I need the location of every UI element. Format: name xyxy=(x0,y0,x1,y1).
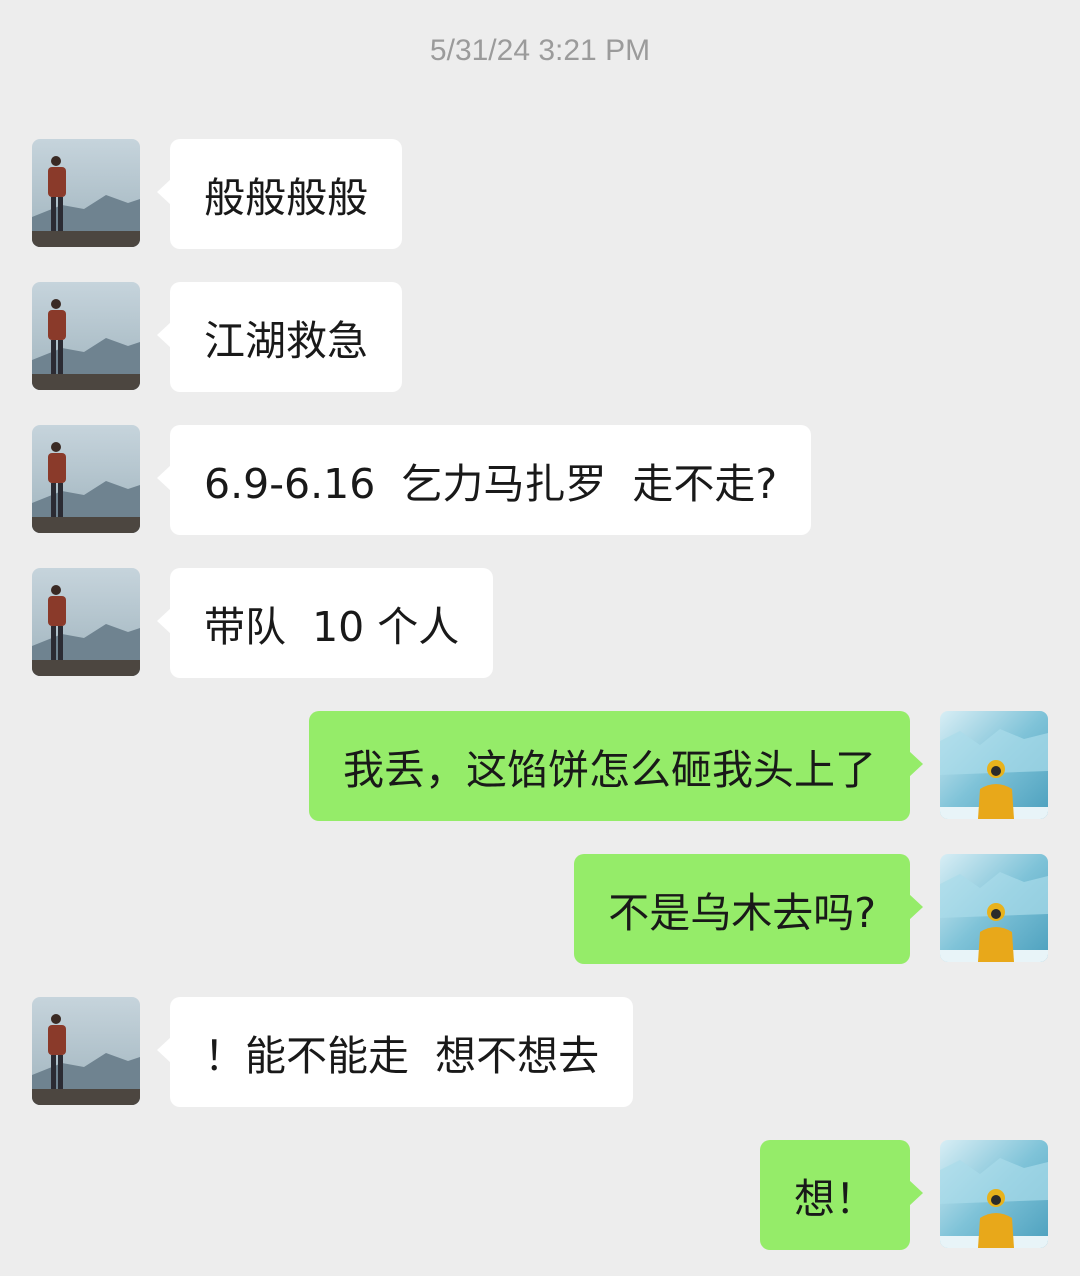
outgoing-message-bubble[interactable]: 想！ xyxy=(760,1140,910,1250)
message-row: 我丢，这馅饼怎么砸我头上了 xyxy=(0,711,1080,821)
contact-avatar[interactable] xyxy=(32,425,140,533)
contact-avatar[interactable] xyxy=(32,282,140,390)
message-row: 6.9-6.16 乞力马扎罗 走不走? xyxy=(0,425,1080,535)
incoming-message-bubble[interactable]: 6.9-6.16 乞力马扎罗 走不走? xyxy=(170,425,812,535)
person-at-glacier-icon xyxy=(940,1140,1048,1248)
outgoing-message-bubble[interactable]: 我丢，这馅饼怎么砸我头上了 xyxy=(309,711,910,821)
person-on-mountain-icon xyxy=(32,425,140,533)
bubble-tail xyxy=(157,179,171,205)
message-row: 般般般般 xyxy=(0,139,1080,249)
chat-window: 5/31/24 3:21 PM 般般般般 江湖救急 6.9-6.16 乞力马扎罗… xyxy=(0,0,1080,1276)
person-on-mountain-icon xyxy=(32,568,140,676)
my-avatar[interactable] xyxy=(940,711,1048,819)
incoming-message-bubble[interactable]: 江湖救急 xyxy=(170,282,402,392)
outgoing-message-bubble[interactable]: 不是乌木去吗? xyxy=(574,854,910,964)
person-at-glacier-icon xyxy=(940,854,1048,962)
contact-avatar[interactable] xyxy=(32,568,140,676)
incoming-message-bubble[interactable]: ！能不能走 想不想去 xyxy=(170,997,634,1107)
message-row: ！能不能走 想不想去 xyxy=(0,997,1080,1107)
incoming-message-bubble[interactable]: 带队 10 个人 xyxy=(170,568,494,678)
message-row: 带队 10 个人 xyxy=(0,568,1080,678)
person-on-mountain-icon xyxy=(32,997,140,1105)
my-avatar[interactable] xyxy=(940,1140,1048,1248)
chat-timestamp: 5/31/24 3:21 PM xyxy=(429,34,651,67)
contact-avatar[interactable] xyxy=(32,139,140,247)
incoming-message-bubble[interactable]: 般般般般 xyxy=(170,139,402,249)
person-on-mountain-icon xyxy=(32,282,140,390)
message-row: 不是乌木去吗? xyxy=(0,854,1080,964)
bubble-tail xyxy=(909,751,923,777)
message-row: 想！ xyxy=(0,1140,1080,1250)
contact-avatar[interactable] xyxy=(32,997,140,1105)
bubble-tail xyxy=(909,894,923,920)
bubble-tail xyxy=(157,1037,171,1063)
person-on-mountain-icon xyxy=(32,139,140,247)
bubble-tail xyxy=(157,465,171,491)
bubble-tail xyxy=(157,322,171,348)
person-at-glacier-icon xyxy=(940,711,1048,819)
message-row: 江湖救急 xyxy=(0,282,1080,392)
bubble-tail xyxy=(909,1180,923,1206)
my-avatar[interactable] xyxy=(940,854,1048,962)
bubble-tail xyxy=(157,608,171,634)
